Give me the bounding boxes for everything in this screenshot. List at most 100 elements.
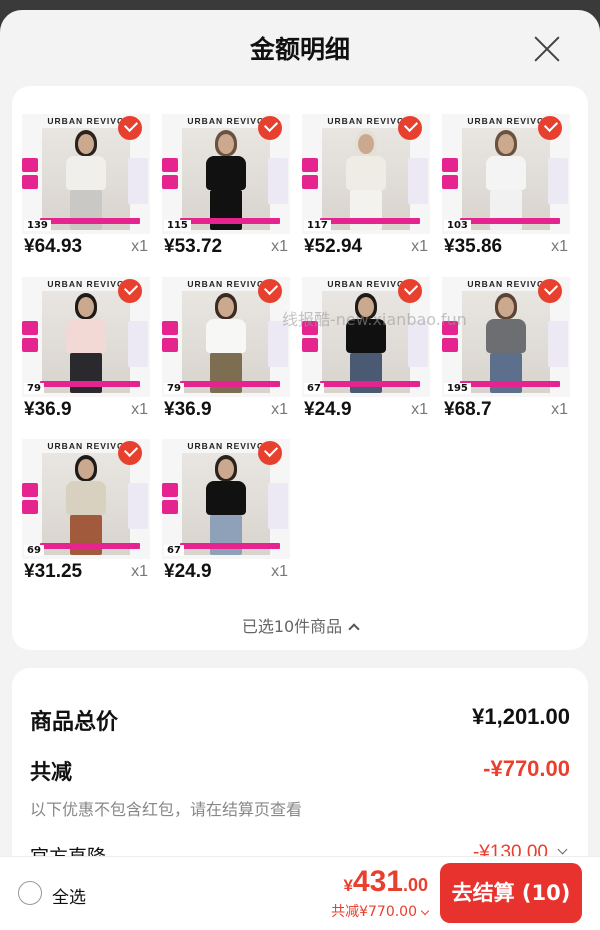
product-thumbnail[interactable]: URBAN REVIVO 67 xyxy=(302,277,430,397)
checkmark-icon[interactable] xyxy=(258,116,282,140)
product-tag-number: 195 xyxy=(444,383,471,394)
promo-strip xyxy=(302,321,318,365)
product-price: ¥64.93 xyxy=(24,236,83,257)
product-price: ¥36.9 xyxy=(164,399,212,420)
product-item[interactable]: URBAN REVIVO 103 ¥35.86 x1 xyxy=(442,114,570,270)
selected-summary-toggle[interactable]: 已选10件商品 xyxy=(12,613,588,637)
promo-strip xyxy=(442,158,458,202)
product-tag-number: 67 xyxy=(164,545,184,556)
price-ladder-box xyxy=(268,321,288,367)
close-icon[interactable] xyxy=(532,34,562,64)
select-all-label[interactable]: 全选 xyxy=(52,883,86,908)
price-ladder-box xyxy=(128,158,148,204)
product-quantity: x1 xyxy=(271,401,288,418)
product-item[interactable]: URBAN REVIVO 79 ¥36.9 x1 xyxy=(22,277,150,433)
product-price: ¥24.9 xyxy=(164,561,212,582)
model-top xyxy=(66,319,106,353)
checkmark-icon[interactable] xyxy=(258,441,282,465)
price-ladder-box xyxy=(268,483,288,529)
model-top xyxy=(206,319,246,353)
model-head xyxy=(78,134,94,154)
product-tag-number: 79 xyxy=(164,383,184,394)
promo-bar xyxy=(180,381,280,387)
sheet-title: 金额明细 xyxy=(249,35,350,64)
product-item[interactable]: URBAN REVIVO 115 ¥53.72 x1 xyxy=(162,114,290,270)
model-head xyxy=(78,297,94,317)
checkmark-icon[interactable] xyxy=(118,279,142,303)
discount-value: -¥770.00 xyxy=(483,756,570,781)
amount-detail-sheet: 金额明细 URBAN REVIVO 139 ¥64.93 x1 URBAN RE… xyxy=(0,10,600,930)
product-quantity: x1 xyxy=(131,238,148,255)
product-photo xyxy=(42,453,130,555)
product-photo xyxy=(42,128,130,230)
chevron-up-icon xyxy=(348,623,360,635)
product-quantity: x1 xyxy=(271,238,288,255)
product-price: ¥35.86 xyxy=(444,236,503,257)
product-thumbnail[interactable]: URBAN REVIVO 115 xyxy=(162,114,290,234)
product-item[interactable]: URBAN REVIVO 117 ¥52.94 x1 xyxy=(302,114,430,270)
checkmark-icon[interactable] xyxy=(398,116,422,140)
product-photo xyxy=(462,128,550,230)
checkmark-icon[interactable] xyxy=(538,116,562,140)
product-thumbnail[interactable]: URBAN REVIVO 139 xyxy=(22,114,150,234)
product-photo xyxy=(322,291,410,393)
total-value: ¥1,201.00 xyxy=(472,704,570,729)
product-tag-number: 103 xyxy=(444,220,471,231)
checkmark-icon[interactable] xyxy=(538,279,562,303)
product-thumbnail[interactable]: URBAN REVIVO 67 xyxy=(162,439,290,559)
promo-bar xyxy=(460,218,560,224)
product-item[interactable]: URBAN REVIVO 69 ¥31.25 x1 xyxy=(22,439,150,595)
model-head xyxy=(218,297,234,317)
product-price: ¥53.72 xyxy=(164,236,223,257)
product-thumbnail[interactable]: URBAN REVIVO 69 xyxy=(22,439,150,559)
product-thumbnail[interactable]: URBAN REVIVO 103 xyxy=(442,114,570,234)
product-photo xyxy=(182,453,270,555)
product-tag-number: 69 xyxy=(24,545,44,556)
discount-note: 以下优惠不包含红包，请在结算页查看 xyxy=(30,800,303,819)
product-item[interactable]: URBAN REVIVO 67 ¥24.9 x1 xyxy=(162,439,290,595)
promo-bar xyxy=(320,218,420,224)
model-head xyxy=(498,297,514,317)
product-thumbnail[interactable]: URBAN REVIVO 79 xyxy=(162,277,290,397)
promo-bar xyxy=(40,381,140,387)
promo-bar xyxy=(180,218,280,224)
promo-bar xyxy=(40,218,140,224)
checkmark-icon[interactable] xyxy=(118,116,142,140)
checkout-button[interactable]: 去结算 (10) xyxy=(440,863,582,923)
model-head xyxy=(218,459,234,479)
promo-bar xyxy=(180,543,280,549)
product-quantity: x1 xyxy=(411,401,428,418)
model-top xyxy=(346,319,386,353)
product-tag-number: 139 xyxy=(24,220,51,231)
product-quantity: x1 xyxy=(131,563,148,580)
product-item[interactable]: URBAN REVIVO 139 ¥64.93 x1 xyxy=(22,114,150,270)
product-photo xyxy=(182,291,270,393)
model-head xyxy=(78,459,94,479)
product-tag-number: 79 xyxy=(24,383,44,394)
promo-strip xyxy=(162,321,178,365)
checkmark-icon[interactable] xyxy=(118,441,142,465)
product-item[interactable]: URBAN REVIVO 195 ¥68.7 x1 xyxy=(442,277,570,433)
checkmark-icon[interactable] xyxy=(258,279,282,303)
checkout-bar: 全选 ¥431.00 共减¥770.00 去结算 (10) xyxy=(0,856,600,930)
pay-amount: ¥431.00 xyxy=(343,865,428,899)
product-thumbnail[interactable]: URBAN REVIVO 195 xyxy=(442,277,570,397)
price-ladder-box xyxy=(128,483,148,529)
pay-integer: 431 xyxy=(352,865,403,898)
model-bottom xyxy=(70,353,102,393)
checkmark-icon[interactable] xyxy=(398,279,422,303)
model-bottom xyxy=(490,353,522,393)
selected-summary-label: 已选10件商品 xyxy=(241,617,343,636)
product-thumbnail[interactable]: URBAN REVIVO 79 xyxy=(22,277,150,397)
model-bottom xyxy=(70,515,102,555)
product-quantity: x1 xyxy=(271,563,288,580)
product-item[interactable]: URBAN REVIVO 79 ¥36.9 x1 xyxy=(162,277,290,433)
product-photo xyxy=(322,128,410,230)
product-price: ¥31.25 xyxy=(24,561,83,582)
saved-amount-toggle[interactable]: 共减¥770.00 xyxy=(331,901,430,921)
product-thumbnail[interactable]: URBAN REVIVO 117 xyxy=(302,114,430,234)
promo-strip xyxy=(302,158,318,202)
select-all-radio[interactable] xyxy=(18,881,42,905)
product-item[interactable]: URBAN REVIVO 67 ¥24.9 x1 xyxy=(302,277,430,433)
pay-currency: ¥ xyxy=(343,876,353,895)
